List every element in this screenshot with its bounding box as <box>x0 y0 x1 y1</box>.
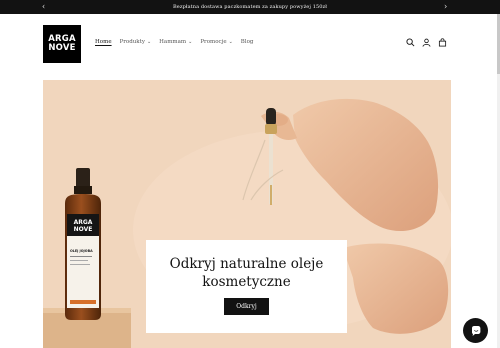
hero-title: Odkryj naturalne oleje kosmetyczne <box>169 256 324 290</box>
chevron-down-icon: ⌄ <box>146 39 152 45</box>
nav-promocje[interactable]: Promocje ⌄ <box>200 39 232 45</box>
nav-home[interactable]: Home <box>95 39 112 45</box>
nav-hammam-label: Hammam <box>159 39 187 45</box>
nav-blog[interactable]: Blog <box>241 39 254 45</box>
nav-hammam[interactable]: Hammam ⌄ <box>159 39 192 45</box>
announcement-bar: ‹ Bezpłatna dostawa paczkomatem za zakup… <box>0 0 500 14</box>
logo[interactable]: ARGA NOVE <box>43 25 81 63</box>
nav-produkty-label: Produkty <box>119 39 145 45</box>
product-label-brand-1: ARGA <box>74 219 93 226</box>
nav-blog-label: Blog <box>240 39 254 45</box>
cart-icon[interactable] <box>437 37 447 47</box>
site-header: ARGA NOVE Home Produkty ⌄ Hammam ⌄ Promocj… <box>0 14 500 74</box>
account-icon[interactable] <box>421 37 431 47</box>
chevron-right-icon[interactable]: › <box>444 1 447 13</box>
chevron-down-icon: ⌄ <box>188 39 193 45</box>
chevron-left-icon[interactable]: ‹ <box>42 1 45 13</box>
chat-button[interactable] <box>463 318 488 343</box>
nav-promocje-label: Promocje <box>200 39 227 45</box>
logo-line-2: NOVE <box>48 43 76 53</box>
chevron-down-icon: ⌄ <box>228 39 233 45</box>
hero-banner: ARGA NOVE OLEJ JOJOBA Odkryj naturalne o… <box>43 80 451 348</box>
hero-card: Odkryj naturalne oleje kosmetyczne Odkry… <box>146 240 347 333</box>
chat-icon <box>471 325 480 336</box>
discover-button[interactable]: Odkryj <box>224 298 269 315</box>
nav-home-label: Home <box>95 39 112 45</box>
product-label-name: OLEJ JOJOBA <box>70 249 93 253</box>
header-icons <box>405 37 453 47</box>
main-nav: Home Produkty ⌄ Hammam ⌄ Promocje ⌄ Blog <box>95 39 261 45</box>
announcement-text: Bezpłatna dostawa paczkomatem za zakupy … <box>173 4 327 10</box>
product-label-brand-2: NOVE <box>74 226 93 233</box>
nav-produkty[interactable]: Produkty ⌄ <box>120 39 152 45</box>
search-icon[interactable] <box>405 37 415 47</box>
